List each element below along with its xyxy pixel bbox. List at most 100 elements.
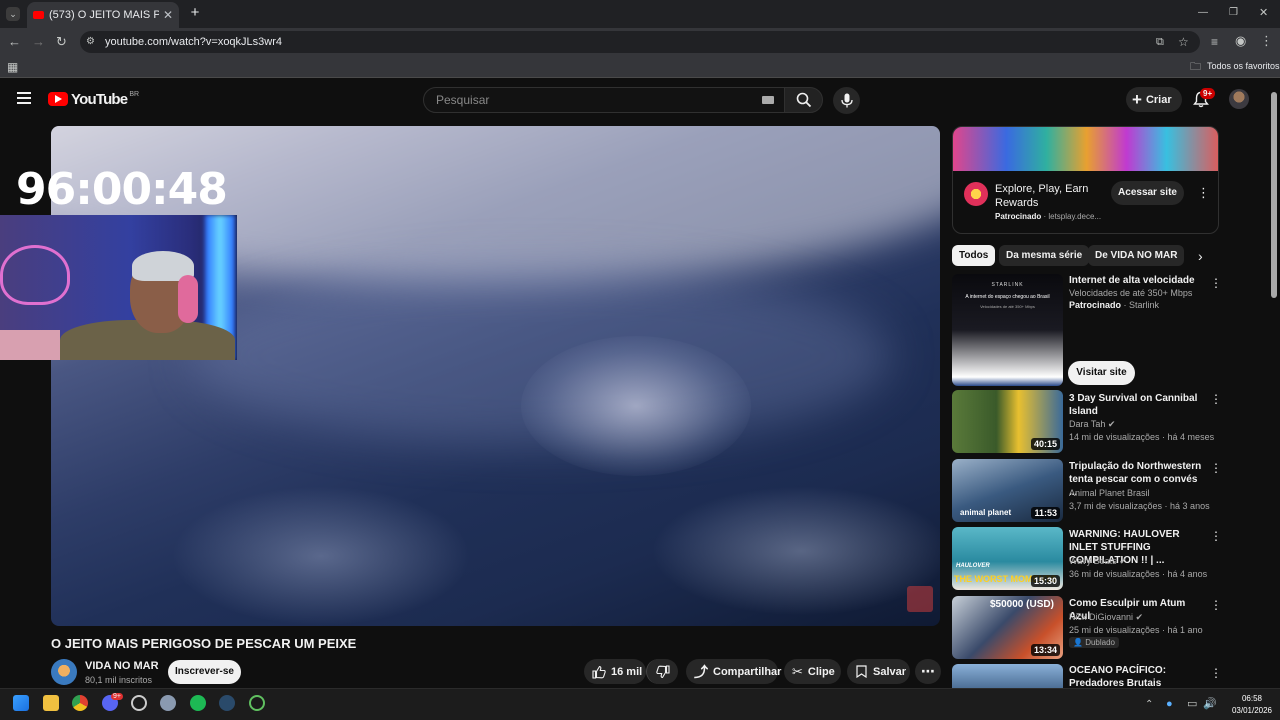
channel-watermark-icon[interactable]: [907, 586, 933, 612]
video-sparkle-2: [171, 486, 471, 626]
list-item[interactable]: 40:15 3 Day Survival on Cannibal Island …: [952, 390, 1222, 454]
save-label: Salvar: [873, 665, 907, 678]
page-scrollbar[interactable]: [1271, 92, 1277, 298]
bookmarks-bar: ▦ 🗀 Todos os favoritos: [0, 56, 1280, 78]
youtube-play-icon: [48, 92, 68, 106]
thumb-brand-text: animal planet: [960, 508, 1012, 517]
duration-badge: 11:53: [1031, 507, 1060, 519]
tray-volume-icon[interactable]: 🔊: [1203, 697, 1217, 711]
starlink-headline: A internet do espaço chegou ao Brasil: [965, 294, 1050, 300]
rec-more-icon[interactable]: ⋮: [1210, 461, 1222, 475]
rec-more-icon[interactable]: ⋮: [1210, 276, 1222, 290]
reload-icon[interactable]: ↻: [56, 35, 67, 49]
thumbs-down-icon: [656, 664, 670, 678]
all-bookmarks-link[interactable]: Todos os favoritos: [1207, 61, 1280, 71]
settings-gear-icon[interactable]: [160, 695, 176, 711]
ad-cta-button[interactable]: Acessar site: [1111, 181, 1184, 205]
bookmark-icon: [856, 665, 867, 678]
rec-more-icon[interactable]: ⋮: [1210, 598, 1222, 612]
rec-more-icon[interactable]: ⋮: [1210, 529, 1222, 543]
maximize-icon[interactable]: ❐: [1229, 6, 1238, 20]
rec-thumbnail: animal planet 11:53: [952, 459, 1063, 522]
tray-chevron-up-icon[interactable]: ⌃: [1145, 698, 1153, 712]
visit-site-button[interactable]: Visitar site: [1068, 361, 1135, 385]
channel-name[interactable]: VIDA NO MAR: [85, 660, 159, 672]
youtube-logo-text: YouTube: [71, 90, 128, 108]
person-voice-icon: 👤: [1073, 638, 1083, 647]
menu-kebab-icon[interactable]: ⋮: [1260, 34, 1273, 48]
channel-avatar[interactable]: [51, 659, 77, 685]
more-actions-button[interactable]: ⋯: [915, 659, 941, 684]
apps-grid-icon[interactable]: ▦: [7, 60, 18, 74]
like-button[interactable]: 16 mil: [584, 659, 646, 684]
like-count: 16 mil: [611, 665, 643, 678]
spotify-icon[interactable]: [190, 695, 206, 711]
channel-name: Nick DiGiovanni: [1069, 612, 1134, 622]
chip-all[interactable]: Todos: [952, 245, 996, 266]
close-window-icon[interactable]: ✕: [1259, 6, 1268, 20]
subscribe-button[interactable]: Inscrever-se: [168, 660, 241, 684]
taskbar-date[interactable]: 03/01/2026: [1226, 706, 1278, 715]
notifications-button[interactable]: 9+: [1193, 88, 1216, 109]
keyboard-icon[interactable]: [762, 96, 774, 104]
search-input[interactable]: Pesquisar: [423, 87, 785, 113]
list-item[interactable]: $50000 (USD) 13:34 Como Esculpir um Atum…: [952, 596, 1222, 660]
back-icon[interactable]: ←: [8, 35, 21, 49]
ad-card[interactable]: Explore, Play, Earn Rewards Patrocinado …: [952, 126, 1219, 234]
forward-icon[interactable]: →: [32, 35, 45, 49]
rec-channel: Animal Planet Brasil: [1069, 488, 1150, 498]
verified-icon: ✔: [1107, 419, 1116, 429]
rec-more-icon[interactable]: ⋮: [1210, 392, 1222, 406]
clock-app-icon[interactable]: [131, 695, 147, 711]
ad-domain: letsplay.dece...: [1048, 212, 1102, 221]
list-item[interactable]: HAULOVER THE WORST MOMENTS 15:30 WARNING…: [952, 527, 1222, 591]
ad-sponsored-line: Patrocinado · letsplay.dece...: [995, 212, 1102, 221]
save-button[interactable]: Salvar: [847, 659, 910, 684]
chip-from-channel[interactable]: De VIDA NO MAR: [1088, 245, 1185, 266]
list-item[interactable]: OCEANO PACÍFICO: Predadores Brutais [Doc…: [952, 664, 1222, 688]
browser-tab-active[interactable]: (573) O JEITO MAIS PERIGOSO DE PESCAR UM…: [27, 2, 179, 28]
install-app-icon[interactable]: ⧉: [1156, 35, 1164, 49]
minimize-icon[interactable]: —: [1198, 6, 1208, 20]
clip-button[interactable]: ✂ Clipe: [784, 659, 841, 684]
avatar[interactable]: [1229, 89, 1249, 109]
steam-icon[interactable]: [219, 695, 235, 711]
voice-search-button[interactable]: [833, 87, 860, 114]
tray-network-icon[interactable]: ▭: [1187, 697, 1197, 711]
share-button[interactable]: ⤴ Compartilhar: [686, 659, 781, 684]
rec-title: Internet de alta velocidade: [1069, 275, 1195, 286]
search-button[interactable]: [784, 87, 823, 113]
windows-start-icon[interactable]: [13, 695, 29, 711]
taskbar-time[interactable]: 06:58: [1232, 694, 1272, 703]
profile-icon[interactable]: ◉: [1235, 34, 1246, 48]
dislike-button[interactable]: [646, 659, 678, 684]
webcam-cloud-decor: [0, 245, 70, 305]
chip-same-series[interactable]: Da mesma série: [999, 245, 1090, 266]
chevron-right-icon[interactable]: ›: [1198, 248, 1203, 264]
site-info-icon[interactable]: ⚙: [86, 35, 95, 49]
list-item[interactable]: animal planet 11:53 Tripulação do Northw…: [952, 459, 1222, 523]
rec-meta: 25 mi de visualizações · há 1 ano: [1069, 625, 1203, 635]
file-explorer-icon[interactable]: [43, 695, 59, 711]
create-button[interactable]: + Criar: [1126, 87, 1182, 112]
channel-name: Dara Tah: [1069, 419, 1106, 429]
ad-title: Explore, Play, Earn Rewards: [995, 183, 1089, 209]
new-tab-button[interactable]: +: [188, 5, 202, 20]
list-item[interactable]: STARLINK A internet do espaço chegou ao …: [952, 274, 1222, 386]
obs-app-icon[interactable]: [249, 695, 265, 711]
close-tab-icon[interactable]: ✕: [163, 8, 173, 22]
address-bar[interactable]: ⚙ youtube.com/watch?v=xoqkJLs3wr4 ⧉ ☆: [80, 31, 1200, 53]
hamburger-menu-icon[interactable]: [17, 92, 31, 104]
rec-more-icon[interactable]: ⋮: [1210, 666, 1222, 680]
bookmark-star-icon[interactable]: ☆: [1178, 35, 1189, 49]
video-sparkle-3: [651, 486, 940, 616]
tab-search-icon[interactable]: ⌄: [6, 7, 20, 21]
tray-mic-icon[interactable]: ●: [1166, 697, 1173, 711]
youtube-favicon-icon: [33, 11, 44, 19]
reading-list-icon[interactable]: ≡: [1211, 35, 1218, 49]
youtube-logo[interactable]: YouTube BR: [48, 90, 139, 108]
ad-more-icon[interactable]: ⋮: [1197, 185, 1210, 201]
notifications-badge: 9+: [1200, 88, 1216, 99]
scissors-icon: ✂: [792, 663, 803, 679]
chrome-icon[interactable]: [72, 695, 88, 711]
